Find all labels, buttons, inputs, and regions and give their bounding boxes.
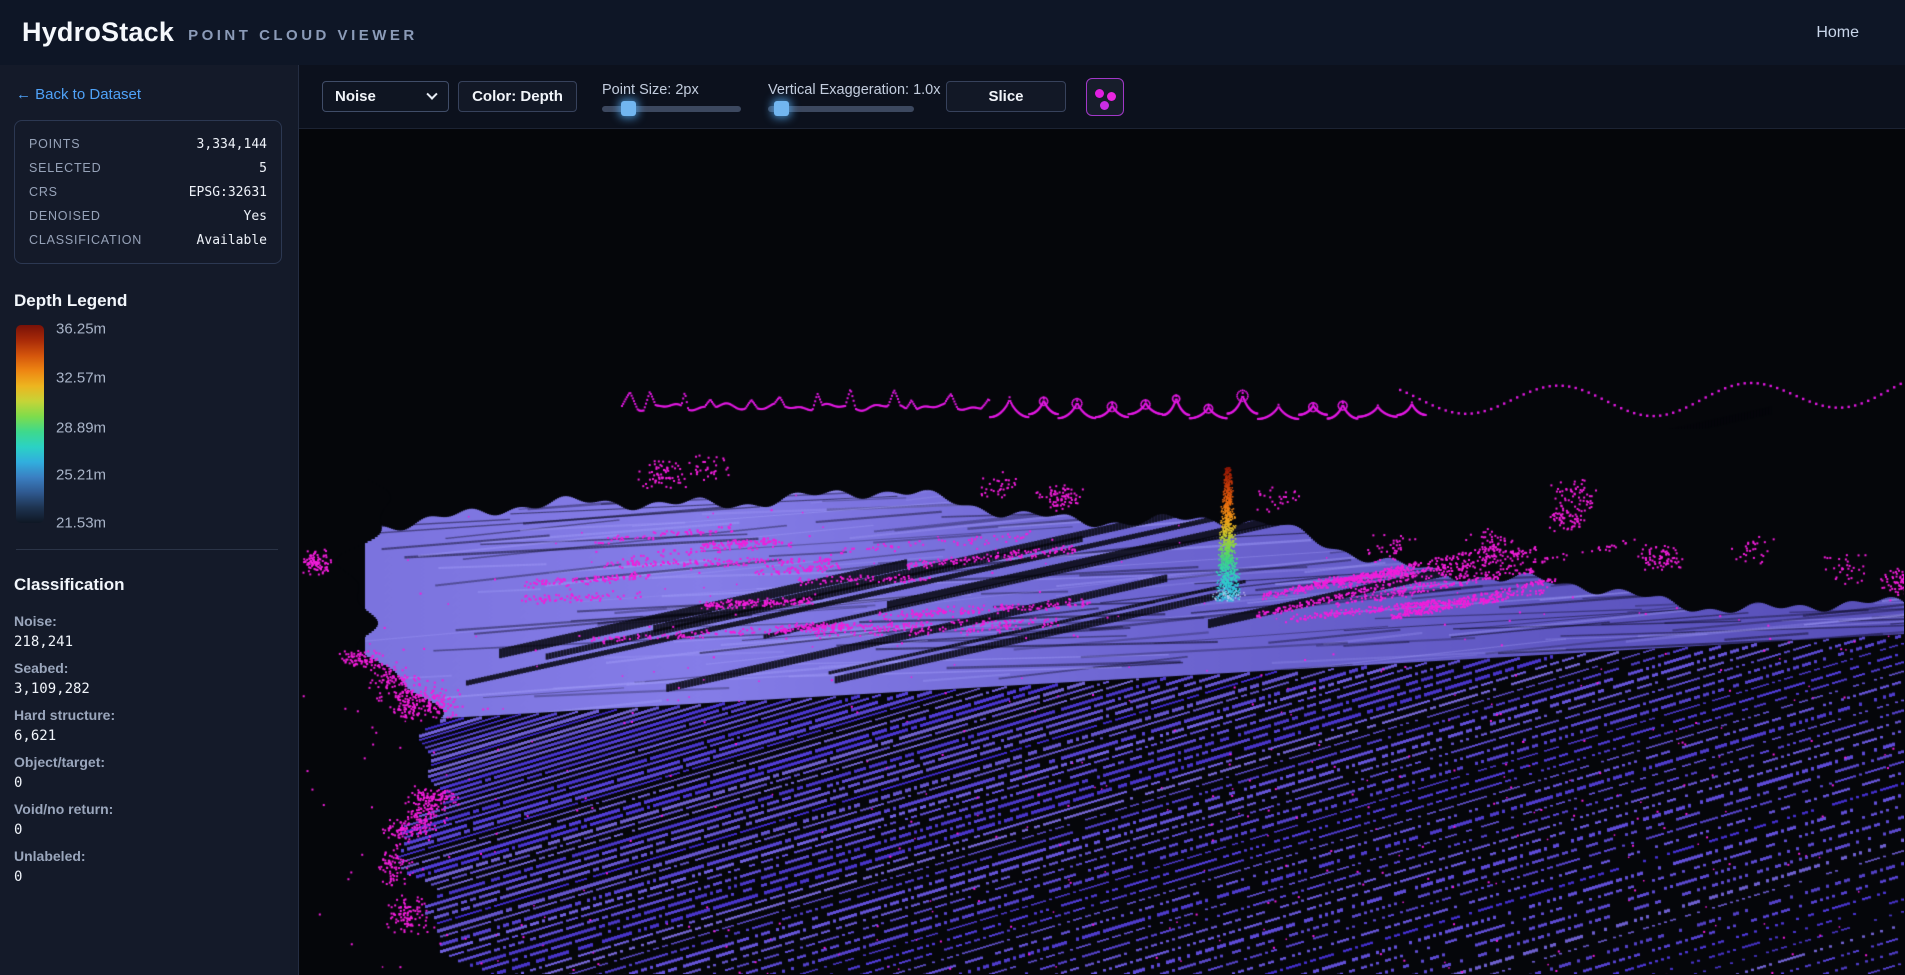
legend-tick: 32.57m (56, 370, 106, 387)
stats-value: 3,334,144 (197, 137, 267, 152)
depth-gradient-bar (16, 325, 44, 523)
class-label: Hard structure: (14, 707, 282, 723)
stats-row-crs: CRS EPSG:32631 (29, 180, 267, 204)
class-item-void: Void/no return: 0 (14, 801, 282, 838)
class-value: 218,241 (14, 634, 282, 650)
stats-value: 5 (259, 161, 267, 176)
app-subtitle: POINT CLOUD VIEWER (188, 21, 418, 44)
vertical-exaggeration-label: Vertical Exaggeration: 1.0x (768, 82, 922, 98)
depth-legend-ticks: 36.25m 32.57m 28.89m 25.21m 21.53m (56, 325, 126, 523)
class-label: Seabed: (14, 660, 282, 676)
stats-value: Yes (244, 209, 267, 224)
stats-value: Available (197, 233, 267, 248)
point-size-label: Point Size: 2px (602, 82, 748, 98)
depth-legend-title: Depth Legend (14, 291, 282, 311)
stats-row-denoised: DENOISED Yes (29, 204, 267, 228)
stats-label: SELECTED (29, 161, 101, 175)
class-item-hard-structure: Hard structure: 6,621 (14, 707, 282, 744)
legend-tick: 28.89m (56, 419, 106, 436)
class-item-object-target: Object/target: 0 (14, 754, 282, 791)
class-item-unlabeled: Unlabeled: 0 (14, 848, 282, 885)
sidebar-divider (16, 549, 278, 550)
point-size-slider[interactable] (602, 106, 741, 112)
vertical-exaggeration-control: Vertical Exaggeration: 1.0x (768, 82, 922, 112)
classification-title: Classification (14, 575, 282, 595)
point-cloud-canvas[interactable] (299, 129, 1904, 974)
classification-list: Noise: 218,241 Seabed: 3,109,282 Hard st… (14, 613, 282, 885)
classification-section: Classification Noise: 218,241 Seabed: 3,… (14, 575, 282, 885)
class-label: Unlabeled: (14, 848, 282, 864)
depth-legend: 36.25m 32.57m 28.89m 25.21m 21.53m (14, 325, 282, 523)
nav-home-link[interactable]: Home (1816, 24, 1859, 42)
viewer-toolbar: Noise Color: Depth Point Size: 2px Verti… (299, 65, 1905, 129)
noise-points-toggle-button[interactable] (1086, 78, 1124, 116)
sidebar: ← Back to Dataset POINTS 3,334,144 SELEC… (0, 65, 299, 975)
stats-label: DENOISED (29, 209, 101, 223)
legend-tick: 36.25m (56, 320, 106, 337)
stats-row-classification: CLASSIFICATION Available (29, 228, 267, 252)
vertical-exaggeration-slider[interactable] (768, 106, 914, 112)
color-mode-button[interactable]: Color: Depth (458, 81, 577, 112)
stats-label: CRS (29, 185, 58, 199)
points-icon (1100, 101, 1109, 110)
class-filter-value: Noise (335, 88, 376, 105)
chevron-down-icon (426, 88, 437, 99)
class-value: 0 (14, 869, 282, 885)
class-item-seabed: Seabed: 3,109,282 (14, 660, 282, 697)
class-value: 6,621 (14, 728, 282, 744)
stats-row-selected: SELECTED 5 (29, 156, 267, 180)
stats-label: POINTS (29, 137, 80, 151)
class-value: 0 (14, 822, 282, 838)
points-icon (1107, 92, 1116, 101)
class-label: Noise: (14, 613, 282, 629)
class-value: 3,109,282 (14, 681, 282, 697)
class-item-noise: Noise: 218,241 (14, 613, 282, 650)
point-cloud-viewport[interactable] (299, 129, 1905, 975)
dataset-stats-panel: POINTS 3,334,144 SELECTED 5 CRS EPSG:326… (14, 120, 282, 264)
app-title: HydroStack (22, 17, 174, 48)
legend-tick: 21.53m (56, 515, 106, 532)
vertical-exaggeration-slider-thumb[interactable] (774, 101, 789, 116)
points-icon (1095, 89, 1104, 98)
stats-value: EPSG:32631 (189, 185, 267, 200)
stats-row-points: POINTS 3,334,144 (29, 132, 267, 156)
class-label: Void/no return: (14, 801, 282, 817)
stats-label: CLASSIFICATION (29, 233, 142, 247)
back-to-dataset-link[interactable]: ← Back to Dataset (16, 86, 282, 103)
legend-tick: 25.21m (56, 467, 106, 484)
point-size-slider-thumb[interactable] (621, 101, 636, 116)
app-header: HydroStack POINT CLOUD VIEWER Home (0, 0, 1905, 65)
class-filter-select[interactable]: Noise (322, 81, 449, 112)
slice-button[interactable]: Slice (946, 81, 1066, 112)
class-value: 0 (14, 775, 282, 791)
point-size-control: Point Size: 2px (602, 82, 748, 112)
main-area: Noise Color: Depth Point Size: 2px Verti… (299, 65, 1905, 975)
class-label: Object/target: (14, 754, 282, 770)
